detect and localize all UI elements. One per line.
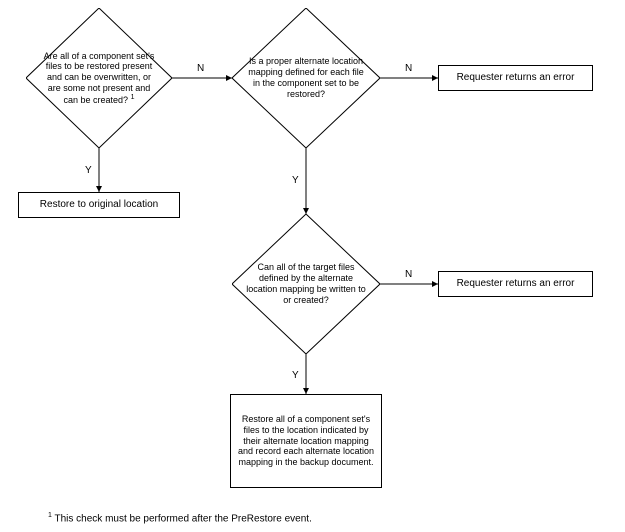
process-text: Requester returns an error xyxy=(457,278,575,290)
decision-text: Is a proper alternate location mapping d… xyxy=(232,8,380,148)
process-text: Restore all of a component set's files t… xyxy=(235,414,377,468)
edge-label-y: Y xyxy=(85,165,92,176)
footnote: 1 This check must be performed after the… xyxy=(48,512,312,524)
process-restore-alternate: Restore all of a component set's files t… xyxy=(230,394,382,488)
edge-label-n: N xyxy=(197,63,204,74)
decision-text: Can all of the target files defined by t… xyxy=(232,214,380,354)
decision-target-writable: Can all of the target files defined by t… xyxy=(232,214,380,354)
flowchart-canvas: Are all of a component set's files to be… xyxy=(0,0,625,532)
process-text: Restore to original location xyxy=(40,199,158,211)
decision-files-present: Are all of a component set's files to be… xyxy=(26,8,172,148)
edge-label-n: N xyxy=(405,269,412,280)
process-text: Requester returns an error xyxy=(457,72,575,84)
edge-label-n: N xyxy=(405,63,412,74)
decision-text: Are all of a component set's files to be… xyxy=(26,8,172,148)
process-error-2: Requester returns an error xyxy=(438,271,593,297)
edge-label-y: Y xyxy=(292,175,299,186)
process-restore-original: Restore to original location xyxy=(18,192,180,218)
footnote-text: This check must be performed after the P… xyxy=(52,513,312,524)
edge-label-y: Y xyxy=(292,370,299,381)
process-error-1: Requester returns an error xyxy=(438,65,593,91)
decision-alt-mapping: Is a proper alternate location mapping d… xyxy=(232,8,380,148)
